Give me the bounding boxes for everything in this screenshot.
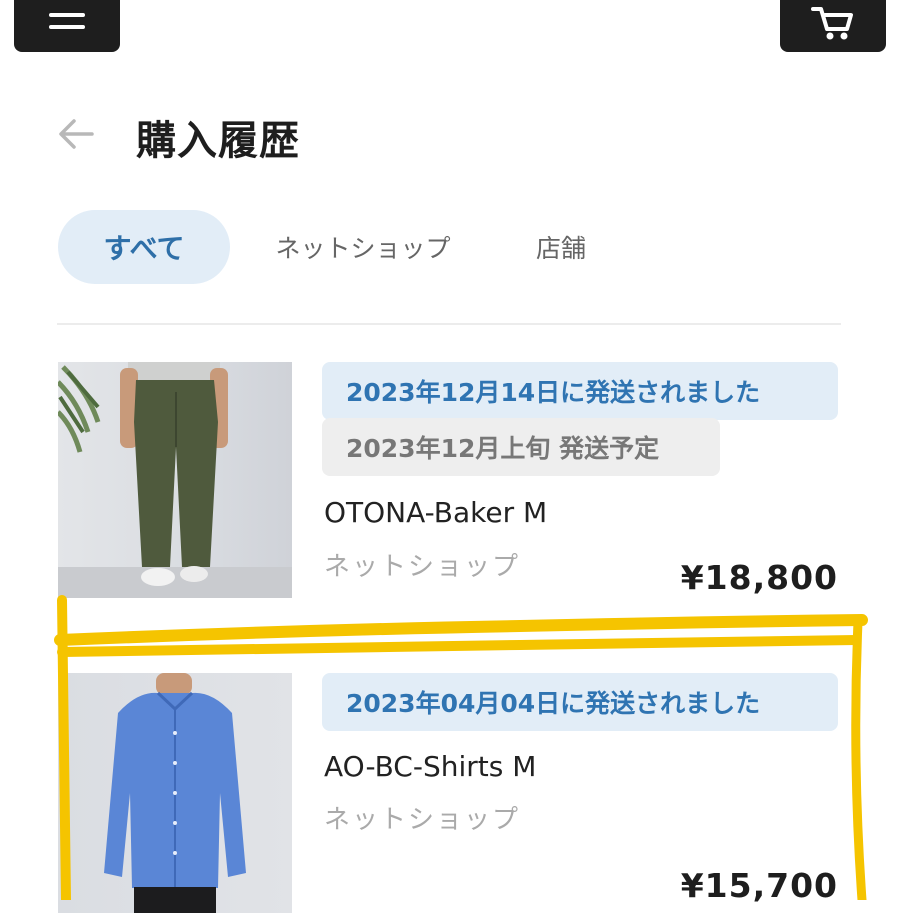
tab-store[interactable]: 店舗 <box>520 210 602 284</box>
product-shop: ネットショップ <box>324 805 521 835</box>
hamburger-menu-icon <box>49 13 85 31</box>
scheduled-status-badge: 2023年12月上旬 発送予定 <box>322 418 720 476</box>
product-name[interactable]: AO-BC-Shirts M <box>324 750 536 783</box>
tab-online-shop[interactable]: ネットショップ <box>262 210 464 284</box>
product-image-pants[interactable] <box>58 362 292 598</box>
cart-button[interactable] <box>780 0 886 52</box>
divider <box>57 323 841 325</box>
product-image-shirt[interactable] <box>58 673 292 913</box>
tab-all[interactable]: すべて <box>58 210 230 284</box>
shipped-status-badge: 2023年12月14日に発送されました <box>322 362 838 420</box>
shopping-cart-icon <box>811 7 853 40</box>
back-arrow-icon[interactable] <box>56 114 96 154</box>
menu-button[interactable] <box>14 0 120 52</box>
shipped-status-badge: 2023年04月04日に発送されました <box>322 673 838 731</box>
product-shop: ネットショップ <box>324 552 521 582</box>
product-name[interactable]: OTONA-Baker M <box>324 496 547 529</box>
product-price: ¥15,700 <box>680 866 838 905</box>
product-price: ¥18,800 <box>680 558 838 597</box>
page-title: 購入履歴 <box>136 118 300 164</box>
